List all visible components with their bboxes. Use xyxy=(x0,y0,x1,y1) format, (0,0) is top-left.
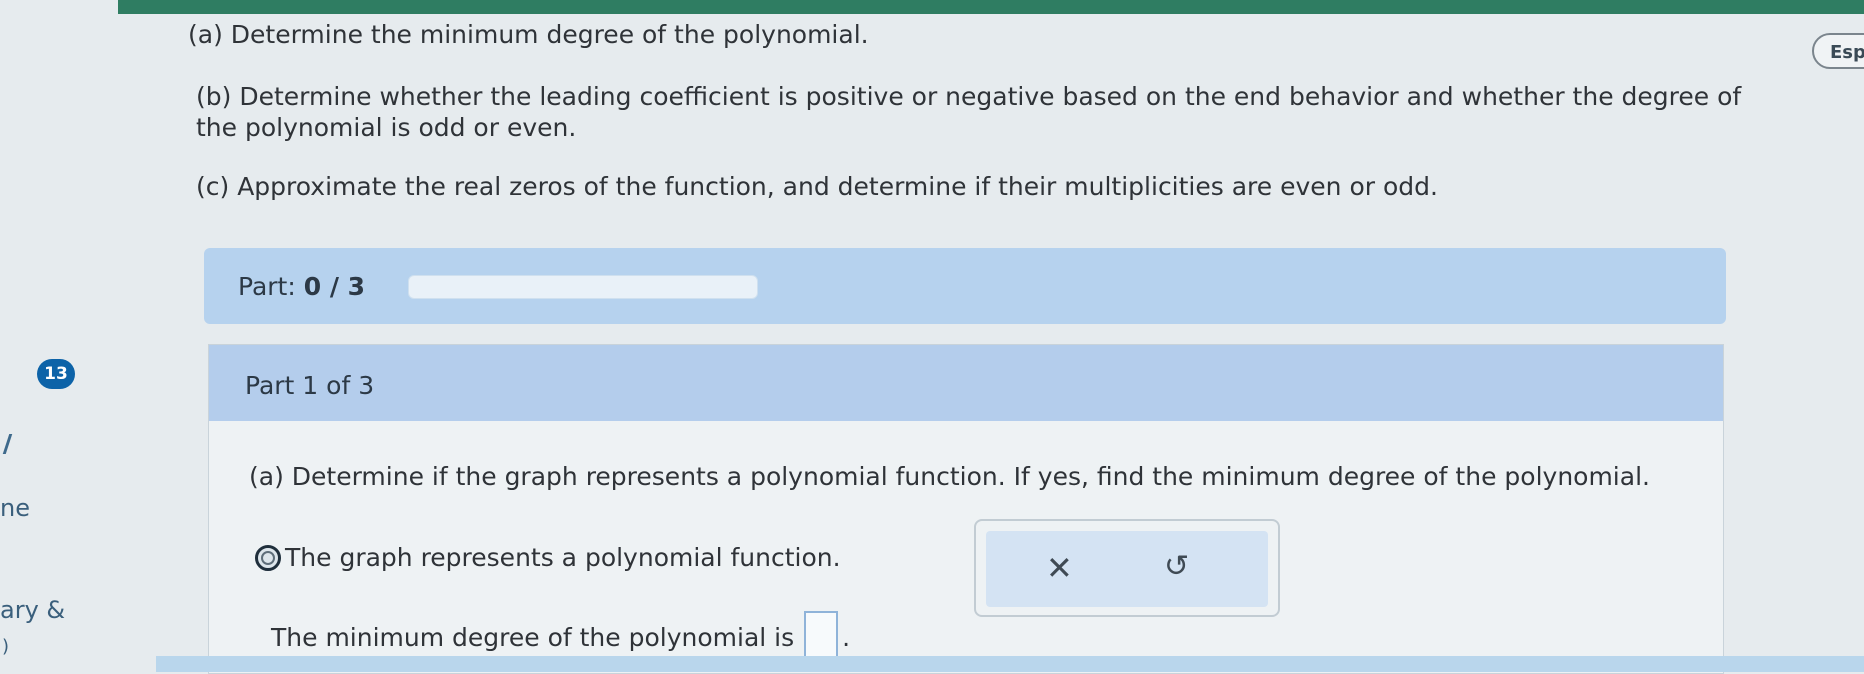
progress-bar xyxy=(408,275,758,299)
part-card: Part 1 of 3 (a) Determine if the graph r… xyxy=(208,344,1724,674)
intro-question-c: (c) Approximate the real zeros of the fu… xyxy=(196,172,1438,201)
progress-text: Part: 0 / 3 xyxy=(238,272,365,301)
intro-question-b-line1: (b) Determine whether the leading coeffi… xyxy=(196,82,1742,111)
sidebar-item-2[interactable]: ary & xyxy=(0,596,65,624)
part-question: (a) Determine if the graph represents a … xyxy=(249,462,1650,491)
sidebar-badge[interactable]: 13 xyxy=(37,359,75,389)
radio-inner-ring xyxy=(261,550,275,565)
answer-tools: ✕ ↺ xyxy=(974,519,1280,617)
language-button[interactable]: Espa xyxy=(1812,33,1864,69)
sidebar-item-1[interactable]: ne xyxy=(0,494,30,522)
polynomial-option[interactable]: The graph represents a polynomial functi… xyxy=(255,543,841,572)
progress-card: Part: 0 / 3 xyxy=(204,248,1726,324)
bottom-strip xyxy=(156,656,1864,672)
progress-value: 0 / 3 xyxy=(303,272,366,301)
part-title: Part 1 of 3 xyxy=(245,371,375,400)
min-degree-label: The minimum degree of the polynomial is xyxy=(271,622,795,652)
sidebar-mark xyxy=(2,434,13,454)
undo-icon[interactable]: ↺ xyxy=(1164,549,1189,584)
answer-tools-panel: ✕ ↺ xyxy=(986,531,1268,607)
intro-question-b-line2: the polynomial is odd or even. xyxy=(196,113,577,142)
sidebar-item-3: ) xyxy=(2,636,10,657)
part-header: Part 1 of 3 xyxy=(209,345,1723,421)
polynomial-option-label[interactable]: The graph represents a polynomial functi… xyxy=(285,543,841,572)
min-degree-period: . xyxy=(842,622,851,652)
intro-question-a: (a) Determine the minimum degree of the … xyxy=(188,20,869,49)
polynomial-option-radio[interactable] xyxy=(255,544,281,571)
progress-label: Part: xyxy=(238,272,296,301)
clear-icon[interactable]: ✕ xyxy=(1046,549,1073,587)
top-bar xyxy=(118,0,1864,14)
